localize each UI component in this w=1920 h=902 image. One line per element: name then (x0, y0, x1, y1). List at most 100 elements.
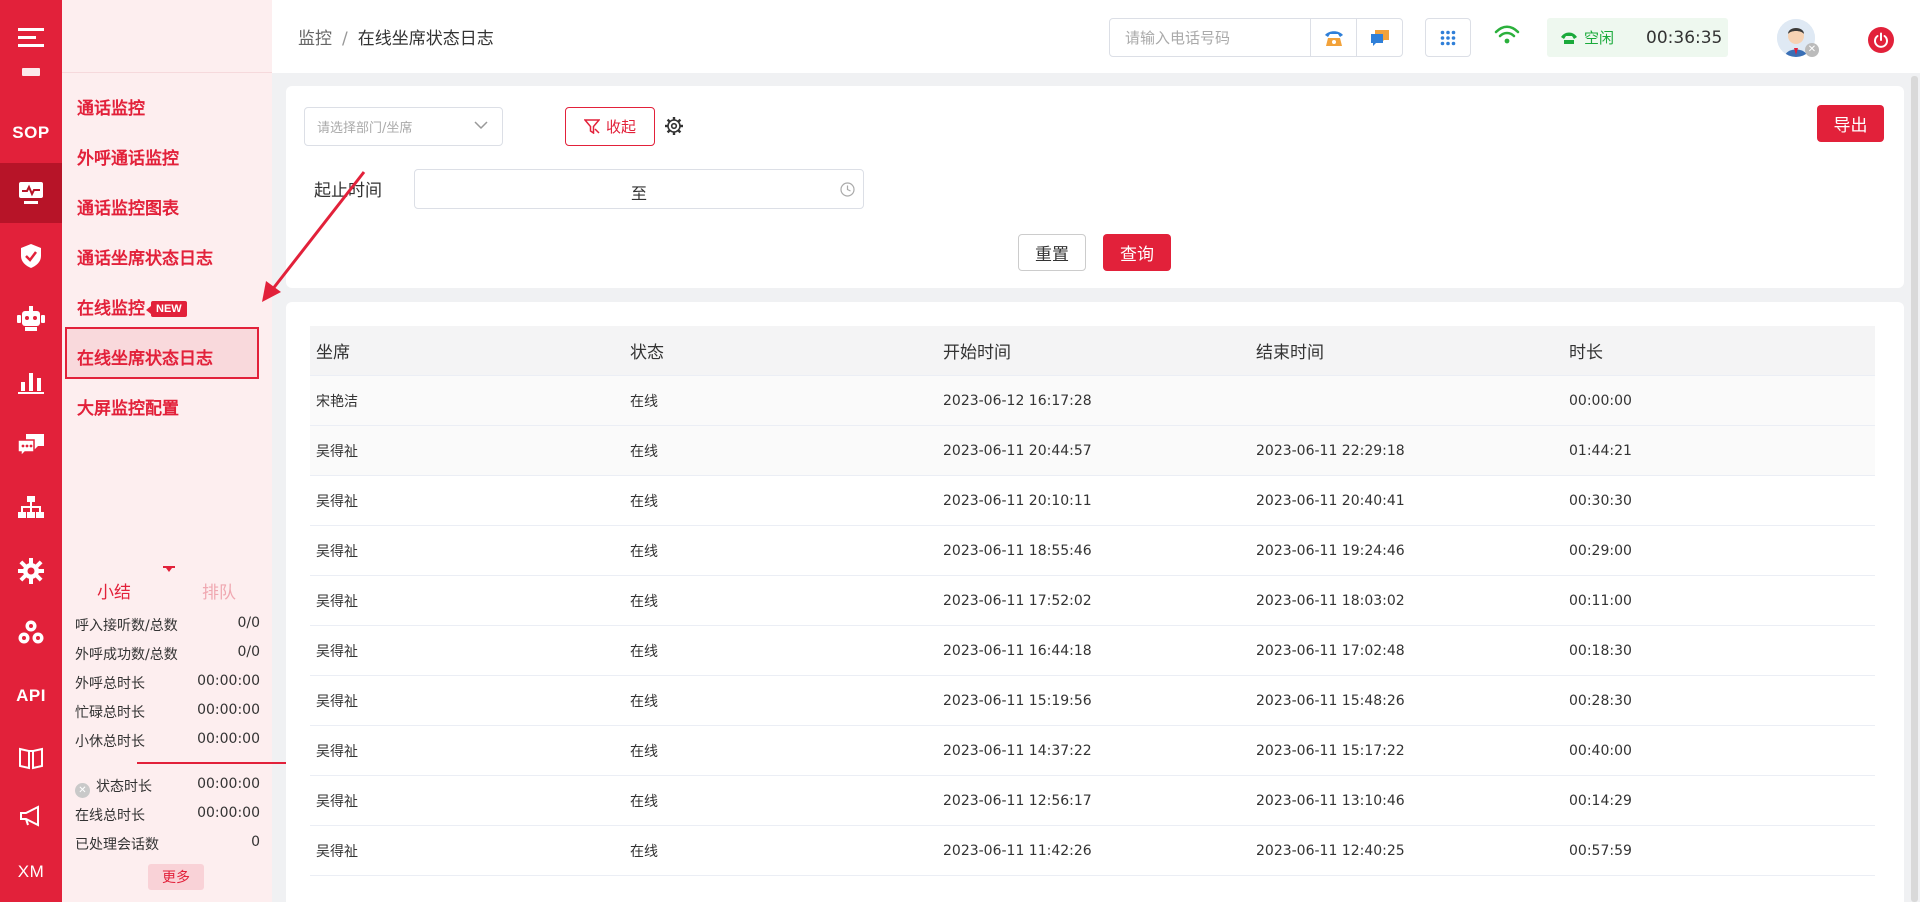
cell-agent: 吴得祉 (316, 643, 358, 660)
wallet-icon[interactable] (0, 60, 62, 85)
stat-row: 小休总时长 00:00:00 (75, 731, 260, 751)
column-header-start-time[interactable]: 开始时间 (937, 338, 1250, 363)
shield-icon[interactable] (0, 226, 62, 286)
table-row[interactable]: 吴得祉 在线 2023-06-11 12:56:17 2023-06-11 13:10… (310, 776, 1875, 826)
menu-toggle-icon[interactable] (0, 8, 62, 68)
cell-start-time: 2023-06-11 12:56:17 (943, 792, 1092, 809)
stat-value: 00:00:00 (197, 805, 260, 821)
query-button[interactable]: 查询 (1103, 234, 1171, 271)
cell-end-time: 2023-06-11 13:10:46 (1256, 792, 1405, 809)
more-button[interactable]: 更多 (148, 864, 204, 890)
menu-item-big-screen-config[interactable]: 大屏监控配置 (77, 394, 179, 419)
table-row[interactable]: 吴得祉 在线 2023-06-11 15:19:56 2023-06-11 15:48… (310, 676, 1875, 726)
gear-icon[interactable] (0, 541, 62, 601)
top-header: 监控 / 在线坐席状态日志 空闲 00:36:35 ✕ (272, 0, 1920, 73)
phone-input[interactable] (1110, 19, 1310, 56)
cell-start-time: 2023-06-11 20:10:11 (943, 492, 1092, 509)
bar-chart-icon[interactable] (0, 352, 62, 412)
status-label: 空闲 (1584, 29, 1615, 47)
table-row[interactable]: 吴得祉 在线 2023-06-11 20:44:57 2023-06-11 22:29… (310, 426, 1875, 476)
column-header-agent[interactable]: 坐席 (310, 338, 624, 363)
menu-item-call-agent-status-log[interactable]: 通话坐席状态日志 (77, 244, 213, 269)
power-icon (1874, 32, 1888, 48)
stat-value: 0/0 (237, 644, 260, 660)
cell-agent: 吴得祉 (316, 443, 358, 460)
cell-start-time: 2023-06-11 18:55:46 (943, 542, 1092, 559)
collapse-filter-button[interactable]: 收起 (565, 107, 655, 146)
cell-duration: 00:28:30 (1569, 692, 1632, 709)
cell-start-time: 2023-06-11 16:44:18 (943, 642, 1092, 659)
menu-item-outbound-monitor[interactable]: 外呼通话监控 (77, 144, 179, 169)
tab-queue[interactable]: 排队 (202, 578, 236, 603)
stat-label: 在线总时长 (75, 808, 145, 824)
robot-icon[interactable] (0, 289, 62, 349)
cell-status: 在线 (630, 393, 658, 410)
avatar-close-icon[interactable]: ✕ (1805, 43, 1819, 57)
book-icon[interactable] (0, 728, 62, 788)
breadcrumb-root[interactable]: 监控 (298, 29, 332, 49)
time-range-picker[interactable]: 至 (414, 169, 864, 209)
cell-start-time: 2023-06-11 15:19:56 (943, 692, 1092, 709)
xm-icon[interactable]: XM (0, 842, 62, 902)
cell-agent: 吴得祉 (316, 693, 358, 710)
send-message-button[interactable] (1356, 19, 1402, 56)
megaphone-icon[interactable] (0, 786, 62, 846)
reset-button[interactable]: 重置 (1018, 234, 1086, 271)
time-range-separator: 至 (631, 184, 648, 203)
stat-label: 忙碌总时长 (75, 705, 145, 721)
new-badge: NEW (146, 301, 187, 317)
stat-value: 00:00:00 (197, 731, 260, 747)
menu-item-call-monitor-chart[interactable]: 通话监控图表 (77, 194, 179, 219)
chat-icon[interactable] (0, 415, 62, 475)
breadcrumb-separator: / (342, 29, 348, 49)
column-header-duration[interactable]: 时长 (1563, 338, 1875, 363)
export-button[interactable]: 导出 (1817, 105, 1884, 142)
clock-icon (840, 182, 855, 197)
table-row[interactable]: 吴得祉 在线 2023-06-11 18:55:46 2023-06-11 19:24… (310, 526, 1875, 576)
table-row[interactable]: 宋艳洁 在线 2023-06-12 16:17:28 00:00:00 (310, 376, 1875, 426)
org-chart-icon[interactable] (0, 478, 62, 538)
column-header-end-time[interactable]: 结束时间 (1250, 338, 1563, 363)
wifi-icon (1494, 25, 1520, 44)
page-scrollbar[interactable] (1911, 76, 1918, 902)
column-settings-icon[interactable] (664, 116, 684, 136)
collapse-label: 收起 (605, 118, 636, 136)
column-header-status[interactable]: 状态 (624, 338, 937, 363)
cell-agent: 吴得祉 (316, 543, 358, 560)
table-row[interactable]: 吴得祉 在线 2023-06-11 11:42:26 2023-06-11 12:40… (310, 826, 1875, 876)
dial-phone-button[interactable] (1310, 19, 1356, 56)
table-row[interactable]: 吴得祉 在线 2023-06-11 17:52:02 2023-06-11 18:03… (310, 576, 1875, 626)
table-row[interactable]: 吴得祉 在线 2023-06-11 20:10:11 2023-06-11 20:40… (310, 476, 1875, 526)
tab-summary[interactable]: 小结 (97, 578, 131, 603)
cell-end-time: 2023-06-11 15:17:22 (1256, 742, 1405, 759)
cell-duration: 00:29:00 (1569, 542, 1632, 559)
caret-down-icon (163, 566, 175, 572)
sop-label: SOP (12, 123, 50, 142)
menu-item-online-monitor[interactable]: 在线监控 NEW (77, 294, 187, 319)
cell-status: 在线 (630, 543, 658, 560)
table-row[interactable]: 吴得祉 在线 2023-06-11 14:37:22 2023-06-11 15:17… (310, 726, 1875, 776)
department-agent-select[interactable]: 请选择部门/坐席 (304, 107, 503, 146)
agent-status-pill[interactable]: 空闲 00:36:35 (1547, 18, 1728, 57)
stats-tabs: 小结 排队 (62, 560, 272, 603)
table-row[interactable]: 吴得祉 在线 2023-06-11 16:44:18 2023-06-11 17:02… (310, 626, 1875, 676)
stat-label: 外呼总时长 (75, 676, 145, 692)
stat-row: 外呼成功数/总数 0/0 (75, 644, 260, 664)
sub-menu-header (62, 0, 272, 73)
menu-item-call-monitor[interactable]: 通话监控 (77, 94, 145, 119)
cell-duration: 00:40:00 (1569, 742, 1632, 759)
logout-button[interactable] (1868, 27, 1894, 53)
cell-status: 在线 (630, 743, 658, 760)
stat-row: 在线总时长 00:00:00 (75, 805, 260, 825)
monitor-icon[interactable] (0, 163, 62, 223)
cell-start-time: 2023-06-11 17:52:02 (943, 592, 1092, 609)
cubes-icon[interactable] (0, 603, 62, 663)
cell-status: 在线 (630, 793, 658, 810)
stat-row: 忙碌总时长 00:00:00 (75, 702, 260, 722)
api-icon[interactable]: API (0, 666, 62, 726)
close-circle-icon[interactable]: ✕ (75, 783, 90, 798)
apps-grid-button[interactable] (1425, 18, 1471, 57)
sop-icon[interactable]: SOP (0, 103, 62, 163)
icon-rail: SOP API XM (0, 0, 62, 902)
menu-item-online-agent-status-log[interactable]: 在线坐席状态日志 (77, 344, 213, 369)
